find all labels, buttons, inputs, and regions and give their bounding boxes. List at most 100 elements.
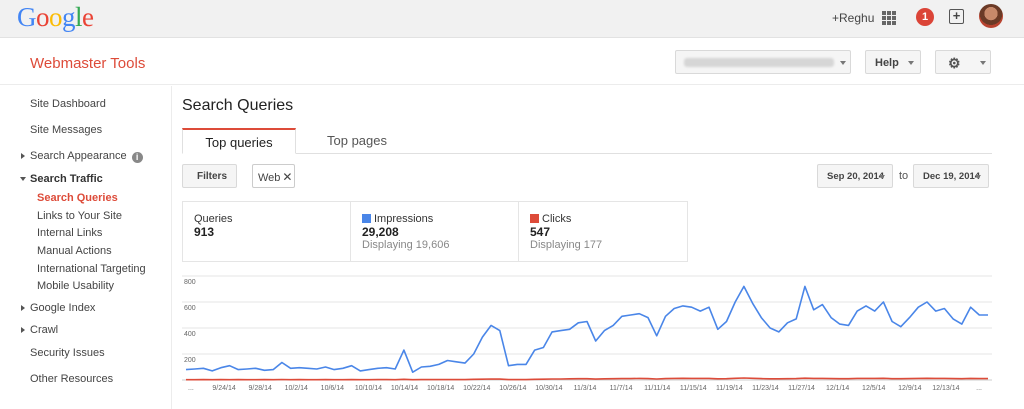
date-range-to-label: to [899,170,909,182]
sidebar-item-google-index[interactable]: Google Index [21,302,96,314]
tab-top-queries[interactable]: Top queries [182,128,296,154]
gear-icon: ⚙ [948,55,961,71]
header-band: Webmaster Tools Help ⚙ [0,39,1024,85]
queries-stat-name: Queries [194,213,233,225]
date-from-dropdown[interactable]: Sep 20, 2014 [817,164,893,188]
user-profile-link[interactable]: +Reghu [832,11,874,25]
apps-grid-icon[interactable] [882,11,896,25]
filters-label: Filters [197,171,228,182]
sidebar-item-site-dashboard[interactable]: Site Dashboard [30,98,106,110]
sidebar-item-international-targeting[interactable]: International Targeting [37,263,146,275]
sidebar-item-label: Search Appearance [30,150,127,162]
clicks-label: Clicks [542,213,572,225]
help-label: Help [875,57,899,69]
sidebar-item-label: Search Traffic [30,173,103,185]
logo-letter-e: e [82,2,94,32]
logo-letter-o1: o [36,2,50,32]
sidebar-item-search-queries[interactable]: Search Queries [37,192,118,204]
share-plus-icon[interactable]: + [949,9,964,24]
x-tick-label: 11/19/14 [716,385,743,392]
y-tick-label: 600 [184,305,196,312]
x-tick-label: 12/5/14 [862,385,885,392]
logo-letter-o2: o [49,2,63,32]
impressions-displaying: Displaying 19,606 [362,239,450,251]
x-tick-label: ... [976,385,982,392]
chevron-down-icon [980,61,986,65]
filters-button[interactable]: Filters [182,164,237,188]
x-tick-label: 10/18/14 [427,385,454,392]
chevron-down-icon [879,175,885,179]
sidebar-item-other-resources[interactable]: Other Resources [30,373,113,385]
close-icon[interactable]: ✕ [282,170,292,184]
impressions-label: Impressions [374,213,434,225]
impressions-stat[interactable]: Impressions 29,208 Displaying 19,606 [351,202,519,261]
queries-stat: Queries 913 [183,202,351,261]
clicks-displaying: Displaying 177 [530,239,603,251]
page-title: Search Queries [182,97,294,114]
web-filter-chip: Web ✕ [252,164,295,188]
sidebar-item-security-issues[interactable]: Security Issues [30,347,105,359]
sidebar-item-manual-actions[interactable]: Manual Actions [37,245,112,257]
clicks-stat-value: 547 [530,225,551,239]
x-tick-label: 11/3/14 [574,385,597,392]
sidebar: Site Dashboard Site Messages Search Appe… [0,86,172,409]
x-tick-label: 12/9/14 [898,385,921,392]
clicks-stat[interactable]: Clicks 547 Displaying 177 [519,202,687,261]
date-from-label: Sep 20, 2014 [827,171,885,182]
expand-arrow-icon [21,305,25,311]
x-tick-label: ... [188,385,194,392]
info-icon[interactable]: i [131,152,143,163]
top-bar: Google +Reghu 1 + [0,0,1024,38]
chevron-down-icon [975,175,981,179]
x-tick-label: 10/6/14 [321,385,344,392]
notifications-badge[interactable]: 1 [916,8,934,26]
chevron-down-icon [908,61,914,65]
sidebar-item-crawl[interactable]: Crawl [21,324,59,336]
series-line-clicks [186,377,988,381]
stats-panel: Queries 913 Impressions 29,208 Displayin… [182,201,688,262]
help-button[interactable]: Help [865,50,921,74]
settings-button[interactable]: ⚙ [935,50,991,74]
x-tick-label: 12/1/14 [826,385,849,392]
sidebar-item-mobile-usability[interactable]: Mobile Usability [37,280,114,292]
x-tick-label: 10/22/14 [463,385,490,392]
date-to-dropdown[interactable]: Dec 19, 2014 [913,164,989,188]
impressions-stat-value: 29,208 [362,225,399,239]
sidebar-item-search-traffic[interactable]: Search Traffic [20,173,103,185]
avatar[interactable] [979,4,1003,28]
queries-stat-value: 913 [194,225,215,239]
sidebar-item-links-to-your-site[interactable]: Links to Your Site [37,210,122,222]
logo-letter-g2: g [62,2,76,32]
google-logo[interactable]: Google [17,2,94,33]
clicks-stat-name: Clicks [530,213,571,225]
site-url-redacted [684,58,834,67]
clicks-color-swatch [530,214,539,223]
site-selector-dropdown[interactable] [675,50,851,74]
tab-top-pages[interactable]: Top pages [312,128,402,154]
sidebar-item-site-messages[interactable]: Site Messages [30,124,102,136]
series-line-impressions [185,285,988,373]
x-tick-label: 10/14/14 [391,385,418,392]
search-queries-chart[interactable]: 800 600 400 200... 9/24/14 9/28/14 10/2/14 10/6… [182,270,992,400]
x-tick-label: 10/30/14 [535,385,562,392]
y-tick-label: 400 [184,331,196,338]
product-name[interactable]: Webmaster Tools [30,55,145,72]
chip-label: Web [258,172,281,184]
sidebar-item-search-appearance[interactable]: Search Appearance i [21,150,143,163]
expand-arrow-icon [21,327,25,333]
y-tick-label: 800 [184,279,196,286]
y-tick-label: 200 [184,357,196,364]
sidebar-item-label: Google Index [30,302,96,314]
x-tick-label: 10/2/14 [285,385,308,392]
chart-svg: 800 600 400 200... 9/24/14 9/28/14 10/2/14 10/6… [182,275,992,392]
tabs-divider [182,153,992,154]
x-tick-label: 9/28/14 [249,385,272,392]
chevron-down-icon [840,61,846,65]
logo-letter-l: l [75,2,83,32]
collapse-arrow-icon [20,177,26,181]
x-tick-label: 12/13/14 [932,385,959,392]
sidebar-item-label: Crawl [30,324,59,336]
x-tick-label: 9/24/14 [212,385,235,392]
sidebar-item-internal-links[interactable]: Internal Links [37,227,102,239]
x-tick-label: 10/26/14 [499,385,526,392]
